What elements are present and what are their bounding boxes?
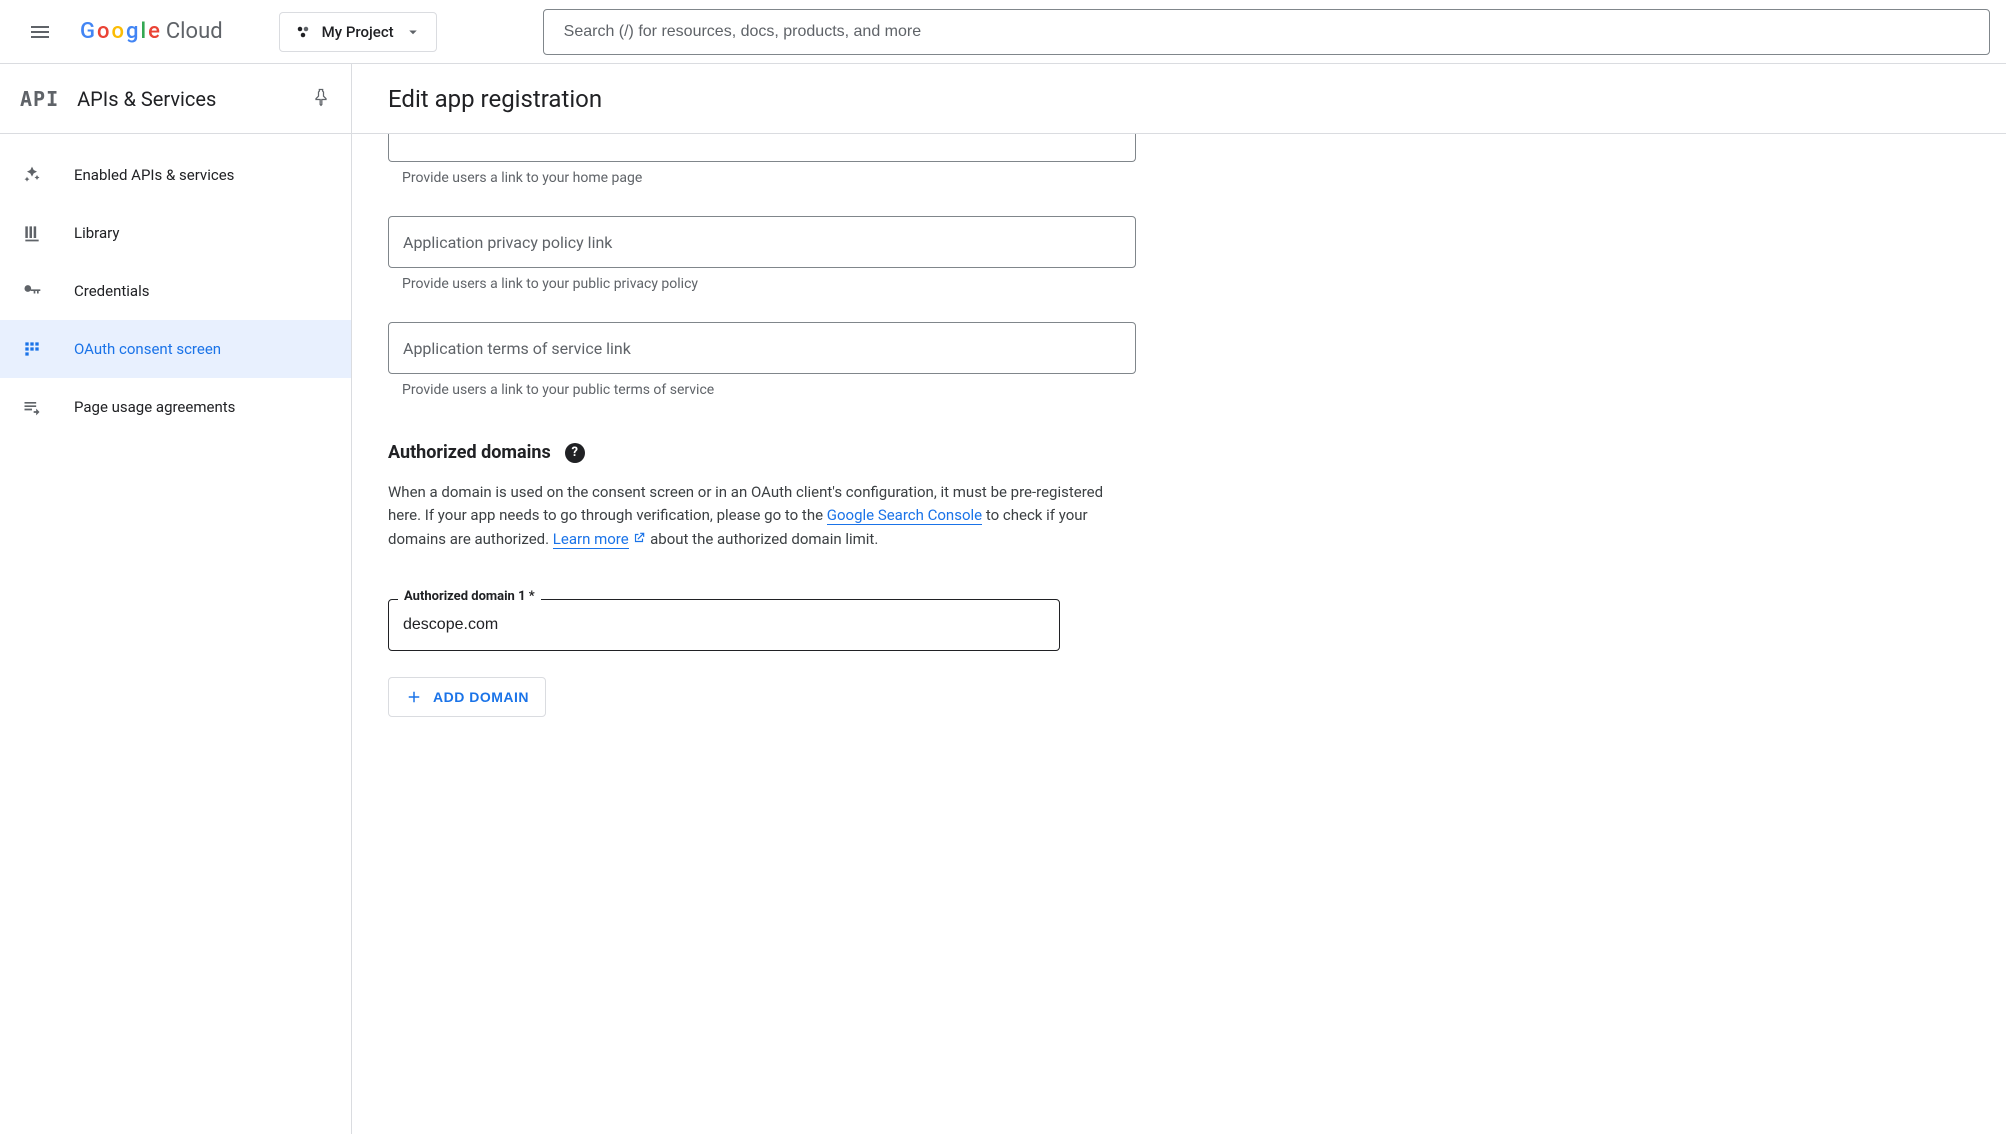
plus-icon [405, 688, 423, 706]
oauth-icon [22, 339, 42, 359]
page-title: Edit app registration [388, 85, 602, 113]
help-icon[interactable]: ? [565, 443, 585, 463]
add-domain-button[interactable]: ADD DOMAIN [388, 677, 546, 717]
tos-placeholder: Application terms of service link [403, 339, 631, 358]
project-name: My Project [322, 23, 394, 41]
hamburger-menu[interactable] [16, 8, 64, 56]
menu-icon [28, 20, 52, 44]
authorized-domains-heading: Authorized domains ? [388, 442, 1136, 463]
project-icon [294, 23, 312, 41]
sidebar: API APIs & Services Enabled APIs & servi… [0, 64, 352, 1134]
sidebar-item-label: Enabled APIs & services [74, 166, 234, 184]
home-page-input[interactable] [403, 139, 1121, 157]
sidebar-item-label: OAuth consent screen [74, 340, 221, 358]
home-page-field[interactable] [388, 134, 1136, 162]
api-icon: API [20, 87, 59, 111]
search-bar[interactable] [543, 9, 1990, 55]
add-domain-label: ADD DOMAIN [433, 689, 529, 705]
pin-button[interactable] [311, 87, 331, 111]
sidebar-item-credentials[interactable]: Credentials [0, 262, 351, 320]
privacy-field[interactable]: Application privacy policy link [388, 216, 1136, 268]
agreements-icon [22, 397, 42, 417]
sidebar-item-oauth[interactable]: OAuth consent screen [0, 320, 351, 378]
sidebar-item-label: Page usage agreements [74, 398, 235, 416]
privacy-placeholder: Application privacy policy link [403, 233, 612, 252]
sidebar-item-agreements[interactable]: Page usage agreements [0, 378, 351, 436]
search-input[interactable] [564, 23, 1969, 41]
authorized-domain-1-input[interactable] [403, 616, 1045, 634]
external-link-icon [632, 529, 646, 543]
sidebar-item-label: Credentials [74, 282, 149, 300]
tos-help: Provide users a link to your public term… [388, 382, 1136, 398]
authorized-domain-1-label: Authorized domain 1 * [398, 589, 541, 604]
pin-icon [311, 87, 331, 107]
authorized-domain-1-field[interactable]: Authorized domain 1 * [388, 599, 1060, 651]
sidebar-header: API APIs & Services [0, 64, 351, 134]
authorized-domains-desc: When a domain is used on the consent scr… [388, 481, 1136, 551]
enabled-apis-icon [22, 165, 42, 185]
sidebar-item-enabled[interactable]: Enabled APIs & services [0, 146, 351, 204]
tos-field[interactable]: Application terms of service link [388, 322, 1136, 374]
google-search-console-link[interactable]: Google Search Console [827, 506, 982, 525]
sidebar-item-library[interactable]: Library [0, 204, 351, 262]
google-cloud-logo[interactable]: GoogleCloud [80, 19, 223, 44]
key-icon [22, 281, 42, 301]
main-header: Edit app registration [352, 64, 2006, 134]
home-page-help: Provide users a link to your home page [388, 170, 1136, 186]
learn-more-link[interactable]: Learn more [553, 530, 629, 549]
caret-down-icon [404, 23, 422, 41]
library-icon [22, 223, 42, 243]
sidebar-title: APIs & Services [77, 87, 293, 111]
sidebar-item-label: Library [74, 224, 119, 242]
privacy-help: Provide users a link to your public priv… [388, 276, 1136, 292]
main-content: Edit app registration Provide users a li… [352, 64, 2006, 1134]
project-picker[interactable]: My Project [279, 12, 437, 52]
